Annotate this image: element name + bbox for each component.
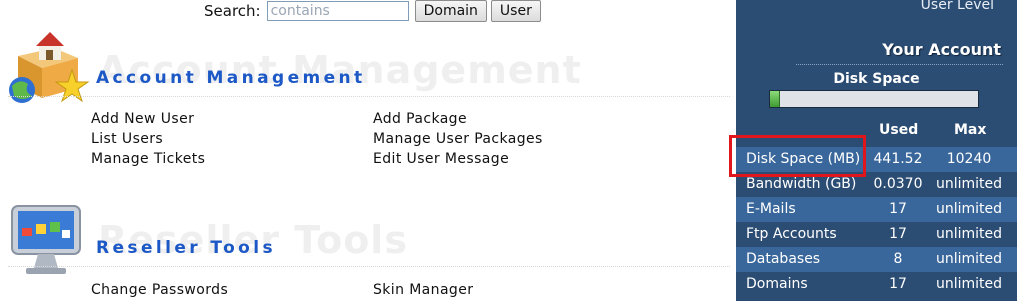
section-divider — [8, 96, 730, 97]
stat-max: unlimited — [935, 176, 1003, 192]
user-level-label: User Level — [920, 0, 994, 13]
stat-row-ftp-accounts: Ftp Accounts 17 unlimited — [736, 222, 1017, 247]
stat-max: unlimited — [935, 276, 1003, 292]
monitor-icon — [11, 205, 81, 274]
change-passwords-link[interactable]: Change Passwords — [91, 282, 228, 298]
skin-manager-link[interactable]: Skin Manager — [373, 282, 473, 298]
reseller-tools-section: Reseller Tools Reseller Tools Change Pas… — [0, 196, 730, 301]
reseller-tools-title: Reseller Tools — [96, 238, 276, 258]
stat-label: Ftp Accounts — [746, 226, 837, 242]
stat-label: E-Mails — [746, 201, 796, 217]
stat-used: 17 — [889, 226, 907, 242]
search-label: Search: — [204, 2, 261, 20]
stat-label: Databases — [746, 251, 821, 267]
manage-user-packages-link[interactable]: Manage User Packages — [373, 131, 543, 147]
disk-usage-bar — [769, 90, 979, 108]
your-account-heading: Your Account — [882, 40, 1001, 59]
user-search-button[interactable]: User — [490, 0, 541, 22]
domain-search-button[interactable]: Domain — [414, 0, 487, 22]
stat-used: 17 — [889, 201, 907, 217]
highlight-annotation-box — [729, 135, 866, 177]
search-input[interactable] — [266, 1, 409, 21]
list-users-link[interactable]: List Users — [91, 131, 163, 147]
panel-divider — [796, 64, 1003, 65]
add-new-user-link[interactable]: Add New User — [91, 111, 194, 127]
edit-user-message-link[interactable]: Edit User Message — [373, 151, 509, 167]
stat-used: 0.0370 — [873, 176, 923, 192]
max-column-header: Max — [954, 122, 987, 138]
manage-tickets-link[interactable]: Manage Tickets — [91, 151, 205, 167]
stat-max: unlimited — [935, 226, 1003, 242]
stat-row-emails: E-Mails 17 unlimited — [736, 197, 1017, 222]
add-package-link[interactable]: Add Package — [373, 111, 467, 127]
section-divider — [8, 266, 730, 267]
stat-used: 441.52 — [873, 151, 923, 167]
stat-used: 8 — [893, 251, 903, 267]
disk-usage-bar-fill — [770, 91, 780, 107]
disk-space-heading: Disk Space — [833, 71, 920, 87]
account-management-title: Account Management — [96, 68, 366, 88]
stat-max: 10240 — [946, 151, 992, 167]
account-management-section: Account Management Account Management Ad… — [0, 26, 730, 176]
used-column-header: Used — [879, 122, 919, 138]
stat-label: Domains — [746, 276, 808, 292]
stat-used: 17 — [889, 276, 907, 292]
stat-row-databases: Databases 8 unlimited — [736, 247, 1017, 272]
stat-max: unlimited — [935, 251, 1003, 267]
stat-max: unlimited — [935, 201, 1003, 217]
stat-row-domains: Domains 17 unlimited — [736, 272, 1017, 297]
search-bar: Search: Domain User — [204, 0, 545, 22]
stat-label: Bandwidth (GB) — [746, 176, 857, 192]
